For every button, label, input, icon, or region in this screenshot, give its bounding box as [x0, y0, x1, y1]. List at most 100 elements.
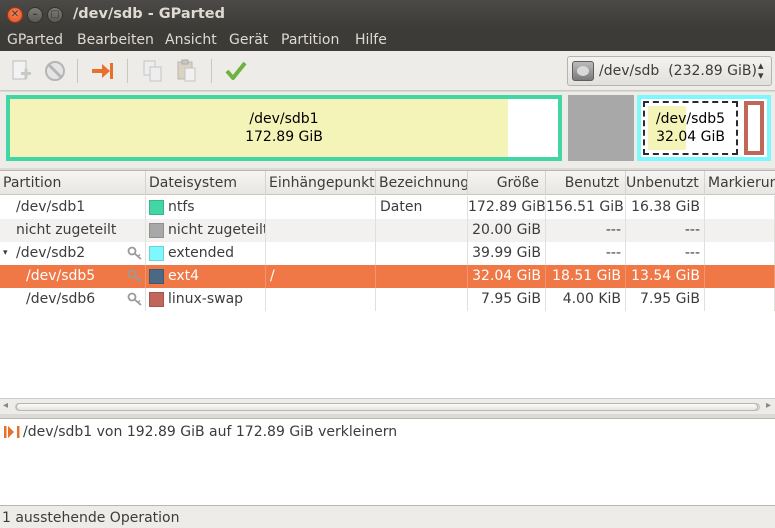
status-bar: 1 ausstehende Operation	[0, 506, 775, 528]
partition-table: Partition Dateisystem Einhängepunkt Beze…	[0, 170, 775, 398]
toolbar-separator	[211, 59, 212, 83]
new-partition-icon	[12, 60, 31, 80]
scrollbar-thumb[interactable]	[16, 403, 758, 411]
col-partition[interactable]: Partition	[0, 171, 146, 195]
diskmap-sdb1[interactable]: /dev/sdb1 172.89 GiB	[6, 95, 562, 161]
diskmap-unallocated[interactable]	[568, 95, 634, 161]
copy-icon	[143, 60, 162, 82]
toolbar: /dev/sdb (232.89 GiB) ▴ ▾	[0, 51, 775, 91]
cell-used: 4.00 KiB	[546, 288, 626, 311]
close-icon: ✕	[10, 9, 20, 20]
resize-move-button[interactable]	[90, 58, 116, 84]
col-used[interactable]: Benutzt	[546, 171, 626, 195]
cell-size: 39.99 GiB	[468, 242, 546, 265]
harddisk-icon	[572, 61, 594, 81]
scroll-right-icon[interactable]: ▸	[766, 400, 771, 411]
col-size[interactable]: Größe	[468, 171, 546, 195]
diskmap-sdb5-name: /dev/sdb5	[655, 111, 726, 127]
apply-icon	[225, 61, 247, 80]
diskmap-sdb2-extended[interactable]: /dev/sdb5 32.04 GiB	[637, 95, 771, 161]
col-label[interactable]: Bezeichnung	[376, 171, 468, 195]
cell-used: 156.51 GiB	[546, 196, 626, 219]
menu-partition[interactable]: Partition	[281, 32, 339, 48]
cell-unused: ---	[626, 219, 705, 242]
scroll-left-icon[interactable]: ◂	[3, 400, 8, 411]
copy-button[interactable]	[140, 58, 166, 84]
cell-label	[376, 288, 468, 311]
cell-label	[376, 265, 468, 288]
table-header: Partition Dateisystem Einhängepunkt Beze…	[0, 171, 775, 195]
menu-hilfe[interactable]: Hilfe	[355, 32, 387, 48]
cell-filesystem: ext4	[146, 265, 266, 288]
device-size: (232.89 GiB)	[668, 63, 757, 79]
title-bar: ✕ – □ /dev/sdb - GParted	[0, 0, 775, 29]
menu-gparted[interactable]: GParted	[7, 32, 63, 48]
apply-button[interactable]	[223, 58, 249, 84]
cell-mountpoint	[266, 288, 376, 311]
cell-flags	[705, 265, 775, 288]
col-filesystem[interactable]: Dateisystem	[146, 171, 266, 195]
diskmap-sdb1-size: 172.89 GiB	[245, 129, 323, 145]
cell-used: 18.51 GiB	[546, 265, 626, 288]
table-row[interactable]: nicht zugeteilt nicht zugeteilt 20.00 GiB -…	[0, 219, 775, 242]
table-row[interactable]: /dev/sdb2 extended 39.99 GiB --- --- ▾	[0, 242, 775, 265]
cell-filesystem: extended	[146, 242, 266, 265]
cell-unused: 13.54 GiB	[626, 265, 705, 288]
cell-flags	[705, 219, 775, 242]
cell-partition: /dev/sdb1	[0, 196, 146, 219]
cell-mountpoint	[266, 196, 376, 219]
cell-unused: 16.38 GiB	[626, 196, 705, 219]
cell-unused: 7.95 GiB	[626, 288, 705, 311]
close-window-button[interactable]: ✕	[7, 7, 23, 23]
resize-move-icon	[92, 63, 113, 79]
cell-label: Daten	[376, 196, 468, 219]
col-unused[interactable]: Unbenutzt	[626, 171, 705, 195]
cell-used: ---	[546, 219, 626, 242]
minimize-window-button[interactable]: –	[27, 7, 43, 23]
cell-mountpoint: /	[266, 265, 376, 288]
device-name: /dev/sdb	[599, 63, 660, 79]
maximize-icon: □	[50, 9, 60, 20]
device-selector[interactable]: /dev/sdb (232.89 GiB) ▴ ▾	[567, 56, 772, 86]
menu-ansicht[interactable]: Ansicht	[165, 32, 217, 48]
table-row[interactable]: /dev/sdb1 ntfs Daten 172.89 GiB 156.51 GiB 16…	[0, 196, 775, 219]
menu-geraet[interactable]: Gerät	[229, 32, 268, 48]
diskmap-sdb5-size: 32.04 GiB	[656, 129, 725, 145]
expander-arrow-icon[interactable]: ▾	[3, 242, 8, 265]
key-icon	[127, 292, 142, 306]
cell-filesystem: linux-swap	[146, 288, 266, 311]
menu-bearbeiten[interactable]: Bearbeiten	[77, 32, 154, 48]
disk-map: /dev/sdb1 172.89 GiB /dev/sdb5 32.04 GiB	[0, 92, 775, 168]
table-horizontal-scrollbar[interactable]: ◂ ▸	[0, 398, 775, 414]
new-partition-button[interactable]	[8, 58, 34, 84]
filesystem-color-swatch	[149, 292, 164, 307]
window-title: /dev/sdb - GParted	[73, 6, 225, 22]
filesystem-color-swatch	[149, 246, 164, 261]
col-flags[interactable]: Markierungen	[705, 171, 775, 195]
minimize-icon: –	[32, 9, 38, 20]
device-selector-label: /dev/sdb (232.89 GiB)	[599, 63, 757, 79]
cell-partition: /dev/sdb2	[0, 242, 146, 265]
cell-mountpoint	[266, 242, 376, 265]
updown-arrow-icon: ▴ ▾	[758, 59, 764, 82]
cell-size: 172.89 GiB	[468, 196, 546, 219]
table-row[interactable]: /dev/sdb6 linux-swap 7.95 GiB 4.00 KiB 7.95 …	[0, 288, 775, 311]
cell-size: 32.04 GiB	[468, 265, 546, 288]
maximize-window-button[interactable]: □	[47, 7, 63, 23]
operation-text: /dev/sdb1 von 192.89 GiB auf 172.89 GiB …	[23, 424, 398, 440]
cell-flags	[705, 196, 775, 219]
paste-icon	[177, 59, 196, 82]
cell-unused: ---	[626, 242, 705, 265]
cell-partition: /dev/sdb5	[0, 265, 146, 288]
diskmap-sdb5[interactable]: /dev/sdb5 32.04 GiB	[643, 101, 738, 155]
col-mountpoint[interactable]: Einhängepunkt	[266, 171, 376, 195]
resize-move-icon	[4, 426, 20, 438]
menu-bar: GParted Bearbeiten Ansicht Gerät Partiti…	[0, 29, 775, 51]
cell-used: ---	[546, 242, 626, 265]
paste-button[interactable]	[174, 58, 200, 84]
key-icon	[127, 269, 142, 283]
cell-filesystem: ntfs	[146, 196, 266, 219]
table-row[interactable]: /dev/sdb5 ext4/ 32.04 GiB 18.51 GiB 13.54 Gi…	[0, 265, 775, 288]
diskmap-sdb6[interactable]	[744, 101, 764, 155]
delete-partition-button[interactable]	[42, 58, 68, 84]
